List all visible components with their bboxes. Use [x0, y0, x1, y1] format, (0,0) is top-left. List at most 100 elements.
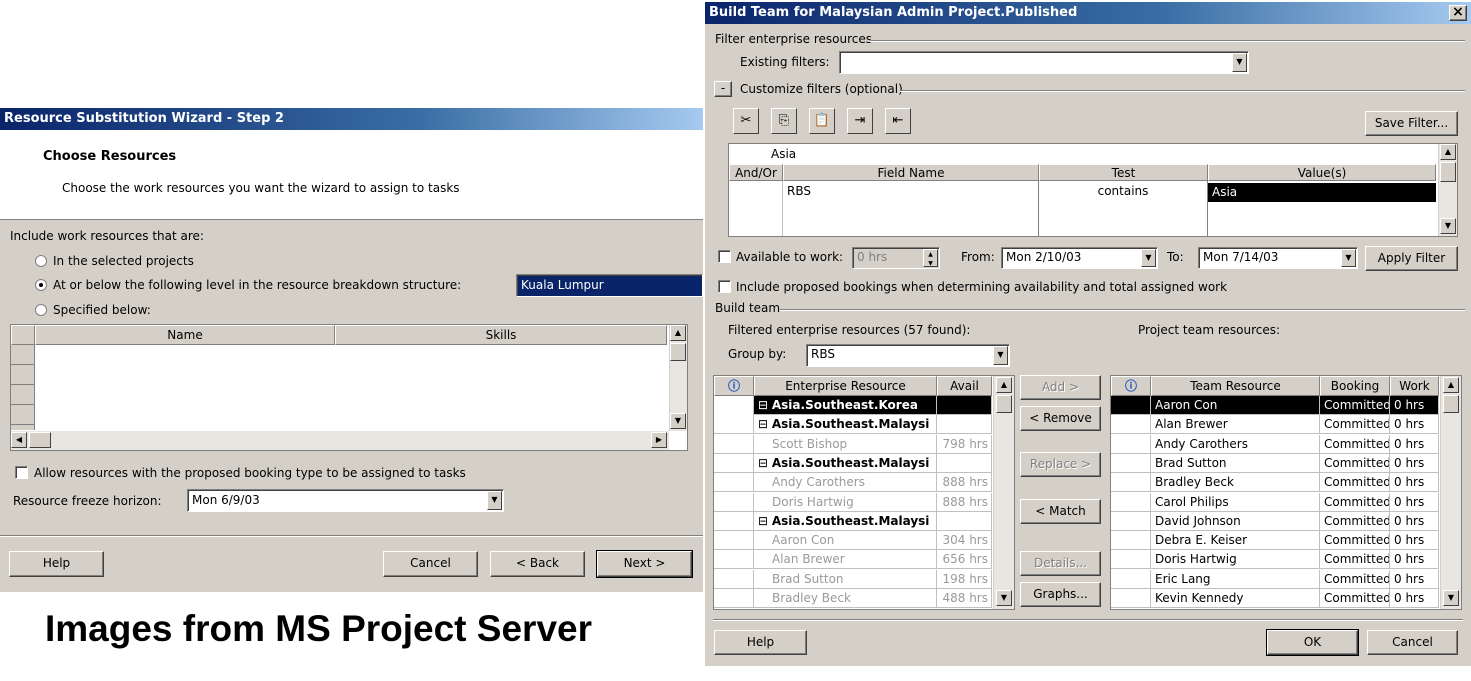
- team-row[interactable]: Aaron Con Committed 0 hrs: [1111, 396, 1439, 415]
- enterprise-row[interactable]: ⊟ Asia.Southeast.Malaysi: [714, 415, 992, 435]
- scroll-up-icon[interactable]: ▲: [996, 377, 1012, 393]
- next-button[interactable]: Next >: [596, 550, 693, 578]
- enterprise-row[interactable]: Aaron Con 304 hrs: [714, 531, 992, 551]
- scroll-thumb[interactable]: [1440, 162, 1456, 182]
- team-header-work[interactable]: Work: [1390, 376, 1439, 396]
- available-to-work-label[interactable]: Available to work:: [736, 250, 843, 264]
- enterprise-row[interactable]: ⊟ Asia.Southeast.Malaysi: [714, 453, 992, 473]
- team-vertical-scrollbar[interactable]: ▲ ▼: [1440, 376, 1461, 609]
- allow-proposed-checkbox[interactable]: [15, 466, 28, 479]
- scroll-down-icon[interactable]: ▼: [1440, 218, 1456, 234]
- scroll-up-icon[interactable]: ▲: [1440, 144, 1456, 160]
- ent-vertical-scrollbar[interactable]: ▲ ▼: [993, 376, 1014, 609]
- enterprise-row[interactable]: Doris Hartwig 888 hrs: [714, 492, 992, 512]
- filter-criteria-grid[interactable]: Asia And/Or Field Name Test Value(s) RBS…: [728, 143, 1458, 237]
- ok-button[interactable]: OK: [1266, 629, 1359, 656]
- team-row[interactable]: Bradley Beck Committed 0 hrs: [1111, 473, 1439, 493]
- enterprise-row[interactable]: Brad Sutton 198 hrs: [714, 569, 992, 589]
- chevron-down-icon[interactable]: ▼: [1232, 53, 1247, 72]
- radio-specified-below[interactable]: [35, 304, 47, 316]
- available-hours-field[interactable]: 0 hrs ▲ ▼: [852, 247, 940, 269]
- filter-andor-cell[interactable]: [729, 181, 783, 236]
- scroll-down-icon[interactable]: ▼: [1443, 590, 1459, 606]
- scroll-up-icon[interactable]: ▲: [670, 325, 686, 341]
- filter-value-cell[interactable]: Asia: [1208, 183, 1436, 202]
- include-proposed-label[interactable]: Include proposed bookings when determini…: [736, 280, 1227, 294]
- grid-header-skills[interactable]: Skills: [335, 325, 667, 345]
- filter-vertical-scrollbar[interactable]: ▲ ▼: [1438, 144, 1457, 236]
- available-to-work-checkbox[interactable]: [718, 250, 731, 263]
- enterprise-row[interactable]: Scott Bishop 798 hrs: [714, 434, 992, 454]
- left-cancel-button[interactable]: Cancel: [383, 551, 478, 577]
- chevron-down-icon[interactable]: ▼: [1141, 249, 1156, 267]
- scroll-down-icon[interactable]: ▼: [670, 413, 686, 429]
- scroll-left-icon[interactable]: ◀: [11, 432, 27, 448]
- team-resources-grid[interactable]: ⓘ Team Resource Booking Work Aaron Con Co…: [1110, 375, 1462, 610]
- enterprise-row[interactable]: Bradley Beck 488 hrs: [714, 589, 992, 608]
- right-help-button[interactable]: Help: [714, 630, 807, 655]
- insert-row-icon[interactable]: ⇥: [847, 108, 873, 134]
- team-row[interactable]: Carol Philips Committed 0 hrs: [1111, 492, 1439, 512]
- apply-filter-button[interactable]: Apply Filter: [1365, 246, 1458, 271]
- scroll-down-icon[interactable]: ▼: [996, 590, 1012, 606]
- details-button[interactable]: Details...: [1020, 551, 1101, 576]
- team-row[interactable]: Debra E. Keiser Committed 0 hrs: [1111, 531, 1439, 551]
- team-header-resource[interactable]: Team Resource: [1151, 376, 1320, 396]
- save-filter-button[interactable]: Save Filter...: [1365, 111, 1458, 136]
- back-button[interactable]: < Back: [490, 551, 585, 577]
- right-cancel-button[interactable]: Cancel: [1367, 630, 1458, 655]
- include-proposed-checkbox[interactable]: [718, 280, 731, 293]
- chevron-down-icon[interactable]: ▼: [993, 346, 1008, 365]
- team-row[interactable]: Doris Hartwig Committed 0 hrs: [1111, 550, 1439, 570]
- chevron-down-icon[interactable]: ▼: [487, 491, 502, 510]
- from-date-dropdown[interactable]: Mon 2/10/03 ▼: [1001, 247, 1158, 269]
- grid-header-name[interactable]: Name: [35, 325, 335, 345]
- paste-icon[interactable]: 📋: [809, 108, 835, 134]
- ent-header-avail[interactable]: Avail: [937, 376, 992, 396]
- freeze-horizon-dropdown[interactable]: Mon 6/9/03 ▼: [187, 489, 504, 512]
- scroll-thumb[interactable]: [670, 343, 686, 361]
- radio-specified-below-label[interactable]: Specified below:: [53, 303, 151, 317]
- team-row[interactable]: Brad Sutton Committed 0 hrs: [1111, 453, 1439, 473]
- customize-collapse-button[interactable]: -: [714, 81, 732, 97]
- match-button[interactable]: < Match: [1020, 499, 1101, 524]
- rbs-level-field[interactable]: Kuala Lumpur: [516, 274, 703, 297]
- remove-button[interactable]: < Remove: [1020, 406, 1101, 431]
- radio-rbs-level[interactable]: [35, 279, 47, 291]
- replace-button[interactable]: Replace >: [1020, 452, 1101, 477]
- chevron-down-icon[interactable]: ▼: [1341, 249, 1356, 267]
- scroll-thumb[interactable]: [996, 395, 1012, 413]
- hscroll-thumb[interactable]: [29, 432, 51, 448]
- team-row[interactable]: Eric Lang Committed 0 hrs: [1111, 569, 1439, 589]
- filter-edit-box[interactable]: Asia: [768, 145, 1436, 163]
- delete-row-icon[interactable]: ⇤: [885, 108, 911, 134]
- filter-test-cell[interactable]: contains: [1039, 181, 1208, 236]
- group-by-dropdown[interactable]: RBS ▼: [806, 344, 1010, 367]
- collapse-group-icon[interactable]: ⊟: [758, 417, 772, 431]
- filter-field-cell[interactable]: RBS: [783, 181, 1039, 236]
- collapse-group-icon[interactable]: ⊟: [758, 456, 772, 470]
- scroll-thumb[interactable]: [1443, 395, 1459, 413]
- team-row[interactable]: Alan Brewer Committed 0 hrs: [1111, 415, 1439, 435]
- enterprise-row[interactable]: ⊟ Asia.Southeast.Malaysi: [714, 511, 992, 531]
- copy-icon[interactable]: ⎘: [771, 108, 797, 134]
- radio-rbs-level-label[interactable]: At or below the following level in the r…: [53, 278, 461, 292]
- scroll-up-icon[interactable]: ▲: [1443, 377, 1459, 393]
- grid-horizontal-scrollbar[interactable]: ◀ ▶: [11, 431, 669, 450]
- ent-header-resource[interactable]: Enterprise Resource: [754, 376, 937, 396]
- radio-selected-projects[interactable]: [35, 255, 47, 267]
- radio-selected-projects-label[interactable]: In the selected projects: [53, 254, 194, 268]
- collapse-group-icon[interactable]: ⊟: [758, 398, 772, 412]
- enterprise-row[interactable]: Andy Carothers 888 hrs: [714, 473, 992, 493]
- team-row[interactable]: David Johnson Committed 0 hrs: [1111, 511, 1439, 531]
- left-help-button[interactable]: Help: [9, 551, 104, 577]
- allow-proposed-label[interactable]: Allow resources with the proposed bookin…: [34, 466, 466, 480]
- cut-icon[interactable]: ✂: [733, 108, 759, 134]
- filter-row[interactable]: RBS contains Asia: [729, 181, 1436, 236]
- to-date-dropdown[interactable]: Mon 7/14/03 ▼: [1198, 247, 1358, 269]
- team-row[interactable]: Kevin Kennedy Committed 0 hrs: [1111, 589, 1439, 608]
- graphs-button[interactable]: Graphs...: [1020, 582, 1101, 607]
- enterprise-resources-grid[interactable]: ⓘ Enterprise Resource Avail ⊟ Asia.South…: [713, 375, 1015, 610]
- grid-vertical-scrollbar[interactable]: ▲ ▼: [669, 325, 687, 431]
- collapse-group-icon[interactable]: ⊟: [758, 514, 772, 528]
